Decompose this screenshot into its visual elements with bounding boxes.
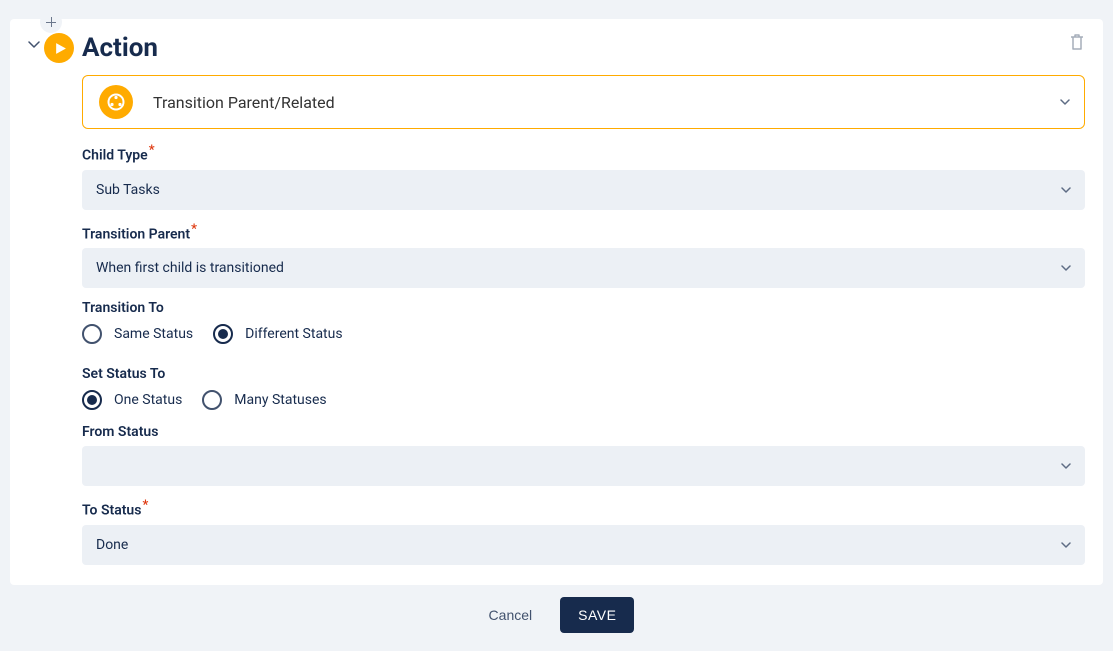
cancel-button[interactable]: Cancel — [479, 599, 543, 631]
from-status-field: From Status — [82, 424, 1085, 486]
transition-to-radio-group: Same Status Different Status — [82, 324, 1085, 344]
form-body: Transition Parent/Related Child Type* Su… — [28, 75, 1085, 565]
radio-different-status[interactable]: Different Status — [213, 324, 342, 344]
action-type-value: Transition Parent/Related — [153, 93, 335, 112]
dropdown-caret-icon — [1060, 99, 1070, 105]
transition-parent-field: Transition Parent* When first child is t… — [82, 222, 1085, 289]
radio-many-statuses[interactable]: Many Statuses — [202, 390, 326, 410]
panel-title: Action — [82, 33, 158, 63]
transition-to-field: Transition To Same Status Different Stat… — [82, 300, 1085, 344]
to-status-label: To Status* — [82, 498, 1085, 519]
set-status-to-radio-group: One Status Many Statuses — [82, 390, 1085, 410]
child-type-field: Child Type* Sub Tasks — [82, 143, 1085, 210]
child-type-value: Sub Tasks — [96, 182, 160, 198]
transition-to-label: Transition To — [82, 300, 1085, 316]
required-indicator: * — [142, 498, 148, 513]
transition-parent-label: Transition Parent* — [82, 222, 1085, 243]
dropdown-caret-icon — [1061, 542, 1071, 548]
dropdown-caret-icon — [1061, 265, 1071, 271]
set-status-to-label: Set Status To — [82, 366, 1085, 382]
radio-same-status[interactable]: Same Status — [82, 324, 193, 344]
action-panel: Action Transition Parent/Related — [10, 19, 1103, 585]
add-step-button[interactable] — [40, 11, 62, 33]
panel-header: Action — [28, 33, 1085, 63]
radio-circle-icon — [213, 324, 233, 344]
set-status-to-field: Set Status To One Status Many Statuses — [82, 366, 1085, 410]
action-type-select[interactable]: Transition Parent/Related — [82, 75, 1085, 129]
save-button[interactable]: SAVE — [560, 597, 634, 633]
radio-circle-icon — [82, 390, 102, 410]
from-status-select[interactable] — [82, 446, 1085, 486]
radio-circle-icon — [202, 390, 222, 410]
transition-parent-select[interactable]: When first child is transitioned — [82, 248, 1085, 288]
to-status-field: To Status* Done — [82, 498, 1085, 565]
play-icon — [44, 33, 74, 63]
to-status-select[interactable]: Done — [82, 525, 1085, 565]
child-type-select[interactable]: Sub Tasks — [82, 170, 1085, 210]
from-status-label: From Status — [82, 424, 1085, 440]
plus-icon — [46, 17, 56, 27]
transition-parent-value: When first child is transitioned — [96, 260, 284, 276]
child-type-label: Child Type* — [82, 143, 1085, 164]
required-indicator: * — [191, 222, 197, 237]
required-indicator: * — [149, 143, 155, 158]
dropdown-caret-icon — [1061, 187, 1071, 193]
transition-icon — [99, 85, 133, 119]
dropdown-caret-icon — [1061, 463, 1071, 469]
to-status-value: Done — [96, 537, 128, 553]
radio-circle-icon — [82, 324, 102, 344]
radio-one-status[interactable]: One Status — [82, 390, 182, 410]
chevron-down-icon[interactable] — [28, 39, 40, 51]
trash-icon — [1069, 33, 1085, 51]
footer: Cancel SAVE — [10, 585, 1103, 633]
delete-action-button[interactable] — [1069, 33, 1085, 51]
